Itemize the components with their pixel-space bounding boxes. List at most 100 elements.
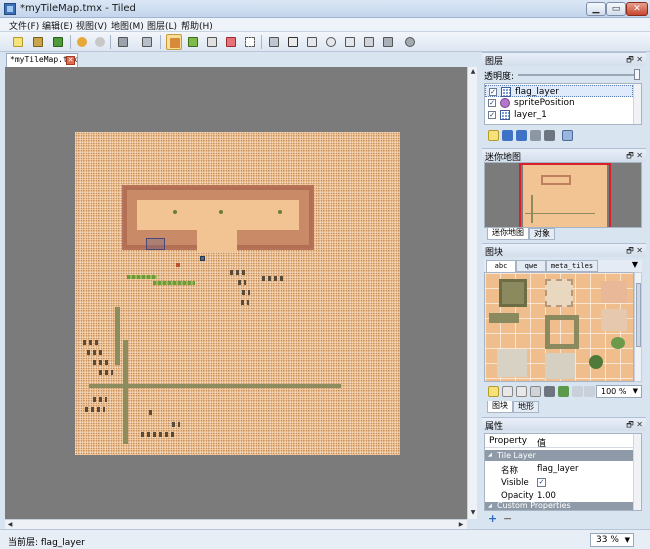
layer-tools-icon[interactable]: [139, 34, 155, 50]
add-property-icon[interactable]: +: [488, 512, 497, 525]
tab-objects[interactable]: 对象: [529, 228, 555, 240]
tile-melon[interactable]: [611, 337, 625, 349]
menu-file[interactable]: 文件(F): [9, 19, 39, 32]
save-icon[interactable]: [50, 34, 66, 50]
edit-terrain-icon[interactable]: [558, 386, 569, 397]
minimap-viewport-rect[interactable]: [519, 163, 611, 227]
property-row-name[interactable]: 名称 flag_layer: [485, 462, 633, 476]
tile-gravel[interactable]: [497, 349, 527, 377]
zoom-select[interactable]: 33 % ▼: [590, 533, 634, 547]
panel-float-close-icons[interactable]: 🗗 ✕: [626, 54, 643, 68]
terrain-brush-icon[interactable]: [185, 34, 201, 50]
tileset-tab-abc[interactable]: abc: [486, 260, 516, 272]
group-tile-layer[interactable]: Tile Layer: [485, 450, 633, 461]
tileset-zoom-select[interactable]: 100 % ▼: [596, 385, 642, 398]
close-tab-icon[interactable]: ✕: [66, 56, 75, 65]
tab-terrains[interactable]: 地形: [513, 401, 539, 413]
tileset-more-arrow[interactable]: ▼: [632, 260, 638, 269]
menu-help[interactable]: 帮助(H): [181, 19, 213, 32]
tile-gravel-2[interactable]: [545, 353, 575, 379]
menu-edit[interactable]: 编辑(E): [42, 19, 73, 32]
undo-icon[interactable]: [74, 34, 90, 50]
panel-float-close-icons[interactable]: 🗗 ✕: [626, 245, 643, 259]
edit-polygons-icon[interactable]: [285, 34, 301, 50]
scroll-down-icon[interactable]: ▼: [469, 509, 477, 517]
stamp-brush-icon[interactable]: [166, 34, 182, 50]
open-folder-icon[interactable]: [30, 34, 46, 50]
property-value[interactable]: 1.00: [537, 491, 556, 501]
lower-layer-icon[interactable]: [516, 130, 527, 141]
duplicate-layer-icon[interactable]: [530, 130, 541, 141]
redo-icon[interactable]: [92, 34, 108, 50]
tab-tilesets[interactable]: 图块: [487, 401, 513, 413]
canvas-horizontal-scrollbar[interactable]: ◀ ▶: [5, 519, 467, 529]
canvas-vertical-scrollbar[interactable]: ▲ ▼: [467, 67, 477, 519]
map-canvas[interactable]: [5, 67, 467, 519]
bucket-fill-icon[interactable]: [204, 34, 220, 50]
scroll-up-icon[interactable]: ▲: [469, 68, 477, 76]
property-row-visible[interactable]: Visible ✓: [485, 476, 633, 489]
panel-float-close-icons[interactable]: 🗗 ✕: [626, 419, 643, 433]
menu-layer[interactable]: 图层(L): [147, 19, 177, 32]
menu-map[interactable]: 地图(M): [111, 19, 144, 32]
tile-dots[interactable]: [601, 309, 627, 331]
sprite-position-object[interactable]: [200, 256, 205, 261]
tileset-properties-icon[interactable]: [530, 386, 541, 397]
tileset-grid[interactable]: [484, 272, 634, 382]
menu-view[interactable]: 视图(V): [76, 19, 107, 32]
random-mode-icon[interactable]: [402, 34, 418, 50]
import-tileset-icon[interactable]: [502, 386, 513, 397]
insert-ellipse-icon[interactable]: [323, 34, 339, 50]
property-value[interactable]: flag_layer: [537, 464, 579, 474]
minimize-button[interactable]: ▁: [586, 2, 606, 16]
scroll-left-icon[interactable]: ◀: [6, 521, 14, 529]
document-tab[interactable]: *myTileMap.tmx ✕: [6, 53, 78, 67]
layer-row-sprite-position[interactable]: ✓ spritePosition: [485, 97, 633, 109]
tile-stone-edge[interactable]: [489, 313, 519, 323]
tab-minimap[interactable]: 迷你地图: [487, 228, 529, 240]
add-layer-icon[interactable]: [488, 130, 499, 141]
tileset-tab-qwe[interactable]: qwe: [516, 260, 546, 272]
layer-list-scrollbar[interactable]: [633, 84, 641, 124]
insert-polyline-icon[interactable]: [361, 34, 377, 50]
delete-tileset-icon[interactable]: [544, 386, 555, 397]
tileset-tab-meta-tiles[interactable]: meta_tiles: [546, 260, 598, 272]
layer-visible-checkbox[interactable]: ✓: [489, 88, 497, 96]
tile-stone-block[interactable]: [499, 279, 527, 307]
zoom-icon[interactable]: [115, 34, 131, 50]
layer-row-flag-layer[interactable]: ✓ flag_layer: [485, 85, 633, 97]
minimap-view[interactable]: [484, 162, 642, 228]
layer-properties-icon[interactable]: [562, 130, 573, 141]
close-window-button[interactable]: ✕: [626, 2, 648, 16]
group-custom-properties[interactable]: Custom Properties: [485, 502, 633, 510]
raise-layer-icon[interactable]: [502, 130, 513, 141]
export-tileset-icon[interactable]: [516, 386, 527, 397]
opacity-slider-thumb[interactable]: [634, 69, 640, 80]
scroll-right-icon[interactable]: ▶: [457, 521, 465, 529]
select-objects-icon[interactable]: [266, 34, 282, 50]
remove-property-icon[interactable]: −: [503, 512, 512, 525]
tileset-scroll-thumb[interactable]: [636, 283, 641, 347]
insert-tile-icon[interactable]: [380, 34, 396, 50]
eraser-icon[interactable]: [223, 34, 239, 50]
add-tiles-icon[interactable]: [572, 386, 583, 397]
tile-sand[interactable]: [545, 279, 573, 307]
tileset-scrollbar[interactable]: [634, 272, 642, 382]
tile-stone-frame[interactable]: [545, 315, 579, 349]
tile-cobble[interactable]: [601, 281, 627, 303]
tile-bush[interactable]: [589, 355, 603, 369]
insert-rect-icon[interactable]: [304, 34, 320, 50]
layer-row-layer-1[interactable]: ✓ layer_1: [485, 109, 633, 121]
remove-tiles-icon[interactable]: [584, 386, 595, 397]
tile-map[interactable]: [75, 132, 400, 455]
delete-layer-icon[interactable]: [544, 130, 555, 141]
visible-checkbox[interactable]: ✓: [537, 478, 546, 487]
rect-select-icon[interactable]: [242, 34, 258, 50]
properties-scrollbar[interactable]: [633, 434, 641, 510]
insert-polygon-icon[interactable]: [342, 34, 358, 50]
layer-visible-checkbox[interactable]: ✓: [488, 111, 496, 119]
maximize-button[interactable]: ▭: [606, 2, 626, 16]
new-file-icon[interactable]: [10, 34, 26, 50]
layer-visible-checkbox[interactable]: ✓: [488, 99, 496, 107]
opacity-slider-track[interactable]: [518, 74, 640, 76]
